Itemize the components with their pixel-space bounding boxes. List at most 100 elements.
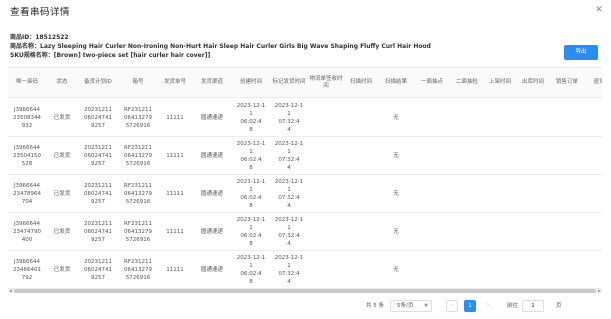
- cell-ship-no: 11111: [166, 267, 184, 273]
- cell-signed: [308, 251, 344, 289]
- cell-marked: 2023-12-1 1 07:32:4 4: [274, 217, 304, 247]
- chevron-left-icon[interactable]: ‹: [446, 300, 458, 312]
- cell-plan: 20231211 06024741 9257: [84, 259, 112, 281]
- cell-code: J3966644 23508344 932: [13, 107, 41, 129]
- column-header: 二面抽检: [455, 79, 478, 86]
- chevron-right-icon[interactable]: ›: [482, 300, 494, 312]
- cell-marked: 2023-12-1 1 07:32:4 4: [274, 255, 304, 285]
- cell-plan: 20231211 06024741 9257: [84, 145, 112, 167]
- page-1-button[interactable]: 1: [464, 300, 476, 312]
- horizontal-scrollbar[interactable]: ◀ ▶: [8, 288, 602, 293]
- cell-scan-time: [344, 99, 378, 137]
- column-header: 唯一串码: [15, 79, 38, 86]
- cell-channel: 圆通速递: [200, 153, 223, 159]
- cell-scan-result: 无: [393, 267, 399, 273]
- table-row[interactable]: J3966644 23474790 400 已发货 20231211 06024741 92…: [8, 213, 602, 251]
- cell-created: 2023-12-1 1 06:02:4 8: [236, 103, 266, 133]
- total-count: 共 5 条: [366, 303, 384, 309]
- jump-prefix: 前往: [507, 303, 519, 309]
- page-size-select[interactable]: 5条/页 ▼: [390, 300, 432, 312]
- cell-scan-time: [344, 137, 378, 175]
- table-row[interactable]: J3966644 23478964 704 已发货 20231211 06024741 92…: [8, 175, 602, 213]
- column-header: 扫描时间: [349, 79, 372, 86]
- table-row[interactable]: J3966644 23508344 932 已发货 20231211 06024741 92…: [8, 99, 602, 137]
- column-header: 物流单签收时间: [309, 75, 343, 89]
- column-header: 退货: [593, 79, 602, 86]
- column-header: 标记发货时间: [272, 79, 306, 86]
- cell-channel: 圆通速递: [200, 229, 223, 235]
- column-header: 发货单号: [163, 79, 186, 86]
- cell-code: J3966644 23474790 400: [13, 221, 41, 243]
- cell-status: 已发货: [53, 115, 71, 121]
- column-header: 状态: [56, 79, 68, 86]
- column-header: 上架时间: [488, 79, 511, 86]
- cell-signed: [308, 175, 344, 213]
- cell-created: 2023-12-1 1 06:02:4 8: [236, 179, 266, 209]
- column-header: 出库时间: [521, 79, 544, 86]
- cell-scan-time: [344, 175, 378, 213]
- jump-page-input[interactable]: [522, 300, 544, 312]
- column-header: 备货计划ID: [84, 79, 112, 86]
- cell-plan: 20231211 06024741 9257: [84, 107, 112, 129]
- table-row[interactable]: J3966644 23504150 528 已发货 20231211 06024741 92…: [8, 137, 602, 175]
- cell-status: 已发货: [53, 153, 71, 159]
- scroll-thumb[interactable]: [14, 289, 596, 293]
- cell-scan-time: [344, 213, 378, 251]
- cell-scan-time: [344, 251, 378, 289]
- product-id: 商品ID：18512522: [10, 34, 69, 41]
- scroll-right-icon[interactable]: ▶: [598, 288, 601, 293]
- cell-marked: 2023-12-1 1 07:32:4 4: [274, 141, 304, 171]
- cell-scan-result: 无: [393, 153, 399, 159]
- cell-code: J3966644 23504150 528: [13, 145, 41, 167]
- sku-name: SKU规格名称：[Brown] two-piece set [hair curl…: [10, 52, 211, 60]
- cell-status: 已发货: [53, 229, 71, 235]
- cell-plan: 20231211 06024741 9257: [84, 183, 112, 205]
- cell-box: RF231211 06413279 5726916: [124, 145, 152, 167]
- product-info: 商品ID：18512522 商品名称：Lazy Sleeping Hair Cu…: [10, 33, 530, 61]
- detail-table: 唯一串码 状态 备货计划ID 箱号 发货单号 发货渠道 创建时间 标记发货时间 物流单签收时间扫…: [8, 67, 602, 289]
- cell-ship-no: 11111: [166, 115, 184, 121]
- close-icon[interactable]: ✕: [593, 4, 605, 16]
- cell-status: 已发货: [53, 191, 71, 197]
- chevron-down-icon: ▼: [424, 303, 428, 309]
- cell-scan-result: 无: [393, 191, 399, 197]
- cell-box: RF231211 06413279 5726916: [124, 107, 152, 129]
- column-header: 创建时间: [239, 79, 262, 86]
- cell-code: J3966644 23478964 704: [13, 183, 41, 205]
- product-name: 商品名称：Lazy Sleeping Hair Curler Non-Ironi…: [10, 43, 431, 51]
- column-header: 一面抽点: [420, 79, 443, 86]
- cell-signed: [308, 137, 344, 175]
- column-header: 销售订单: [555, 79, 578, 86]
- cell-created: 2023-12-1 1 06:02:4 8: [236, 141, 266, 171]
- export-button[interactable]: 导出: [564, 45, 598, 60]
- cell-marked: 2023-12-1 1 07:32:4 4: [274, 179, 304, 209]
- cell-channel: 圆通速递: [200, 115, 223, 121]
- cell-status: 已发货: [53, 267, 71, 273]
- column-header: 扫描结果: [384, 79, 407, 86]
- cell-scan-result: 无: [393, 229, 399, 235]
- cell-scan-result: 无: [393, 115, 399, 121]
- column-header: 箱号: [132, 79, 144, 86]
- cell-ship-no: 11111: [166, 153, 184, 159]
- cell-ship-no: 11111: [166, 191, 184, 197]
- table-row[interactable]: J3966644 23466401 792 已发货 20231211 06024741 92…: [8, 251, 602, 289]
- cell-box: RF231211 06413279 5726916: [124, 183, 152, 205]
- cell-box: RF231211 06413279 5726916: [124, 221, 152, 243]
- cell-created: 2023-12-1 1 06:02:4 8: [236, 217, 266, 247]
- dialog-title: 查看串码详情: [10, 7, 71, 18]
- scroll-left-icon[interactable]: ◀: [9, 288, 12, 293]
- cell-signed: [308, 99, 344, 137]
- cell-channel: 圆通速递: [200, 267, 223, 273]
- cell-signed: [308, 213, 344, 251]
- jump-suffix: 页: [556, 303, 562, 309]
- cell-ship-no: 11111: [166, 229, 184, 235]
- cell-code: J3966644 23466401 792: [13, 259, 41, 281]
- cell-box: RF231211 06413279 5726916: [124, 259, 152, 281]
- cell-plan: 20231211 06024741 9257: [84, 221, 112, 243]
- cell-created: 2023-12-1 1 06:02:4 8: [236, 255, 266, 285]
- column-header: 发货渠道: [200, 79, 223, 86]
- cell-channel: 圆通速递: [200, 191, 223, 197]
- page-size-value: 5条/页: [397, 303, 414, 309]
- table-header: 唯一串码 状态 备货计划ID 箱号 发货单号 发货渠道 创建时间 标记发货时间 物流单签收时间扫…: [8, 68, 602, 98]
- cell-marked: 2023-12-1 1 07:32:4 4: [274, 103, 304, 133]
